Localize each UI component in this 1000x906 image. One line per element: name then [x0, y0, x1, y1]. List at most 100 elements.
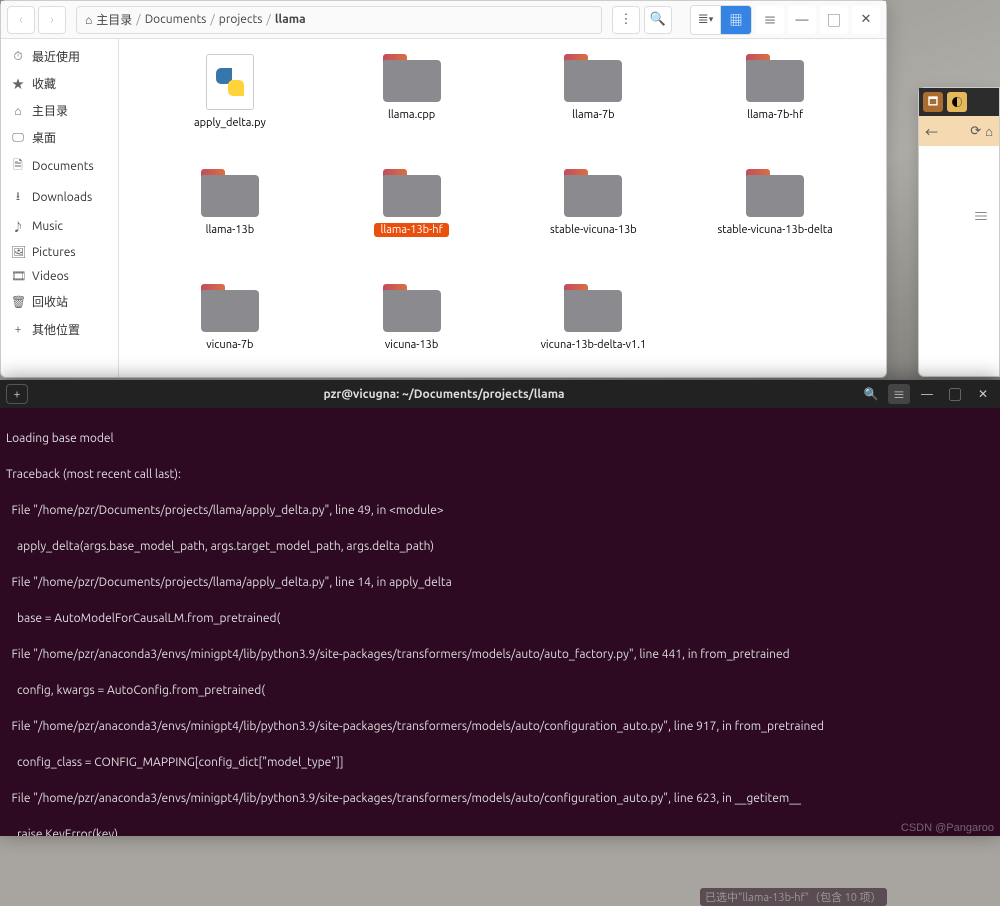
sidebar-item-desktop[interactable]: 🖵 桌面: [1, 124, 118, 151]
sidebar-item-videos[interactable]: 🎞 Videos: [1, 264, 118, 288]
browser-toolbar: ← ⟳ ⌂: [919, 116, 999, 146]
sidebar-item-downloads[interactable]: ⭳ Downloads: [1, 182, 118, 213]
download-icon: ⭳: [11, 187, 25, 208]
file-entry[interactable]: vicuna-13b-delta-v1.1: [513, 284, 675, 377]
forward-button[interactable]: ›: [38, 6, 66, 34]
desktop-icon: 🖵: [11, 131, 25, 145]
term-line: File "/home/pzr/anaconda3/envs/minigpt4/…: [6, 718, 994, 736]
file-entry[interactable]: apply_delta.py: [149, 54, 311, 169]
terminal-window: + pzr@vicugna: ~/Documents/projects/llam…: [0, 380, 1000, 836]
term-line: raise KeyError(key): [6, 826, 994, 836]
file-entry[interactable]: stable-vicuna-13b-delta: [694, 169, 856, 284]
browser-tab-1[interactable]: 🗖: [923, 92, 943, 112]
folder-icon: [746, 169, 804, 217]
folder-icon: [383, 284, 441, 332]
file-entry[interactable]: vicuna-7b: [149, 284, 311, 377]
reload-icon[interactable]: ⟳: [970, 124, 981, 139]
term-line: File "/home/pzr/Documents/projects/llama…: [6, 502, 994, 520]
python-file-icon: [206, 54, 254, 110]
sidebar-item-label: Videos: [32, 270, 69, 283]
sidebar-item-trash[interactable]: 🗑 回收站: [1, 288, 118, 315]
folder-icon: [564, 169, 622, 217]
sidebar-item-documents[interactable]: 🗎 Documents: [1, 151, 118, 182]
back-button[interactable]: ‹: [7, 6, 35, 34]
file-entry[interactable]: llama-13b: [149, 169, 311, 284]
file-label: vicuna-13b: [379, 338, 444, 352]
hamburger-menu-icon[interactable]: ≡: [888, 384, 910, 404]
view-switcher: ≣ ▾ ▦: [690, 5, 752, 35]
video-icon: 🎞: [11, 269, 25, 283]
doc-icon: 🗎: [11, 156, 25, 177]
file-label: stable-vicuna-13b: [544, 223, 643, 237]
folder-icon: [201, 169, 259, 217]
pathbar[interactable]: ⌂ 主目录 / Documents / projects / llama: [76, 6, 602, 34]
maximize-icon[interactable]: ▢: [944, 384, 966, 404]
term-line: Loading base model: [6, 430, 994, 448]
list-view-button[interactable]: ≣ ▾: [691, 6, 721, 34]
sidebar-item-label: Pictures: [32, 246, 76, 259]
file-entry[interactable]: llama.cpp: [331, 54, 493, 169]
trash-icon: 🗑: [11, 295, 25, 309]
sidebar-item-starred[interactable]: ★ 收藏: [1, 70, 118, 97]
sidebar-item-home[interactable]: ⌂主目录: [1, 97, 118, 124]
browser-window[interactable]: 🗖 ◐ ← ⟳ ⌂ ≡: [918, 87, 1000, 377]
search-icon[interactable]: 🔍: [860, 384, 882, 404]
file-label: vicuna-7b: [200, 338, 259, 352]
file-label: llama-7b: [566, 108, 620, 122]
file-entry[interactable]: llama-7b: [513, 54, 675, 169]
sidebar-item-label: 桌面: [32, 129, 56, 146]
file-entry[interactable]: llama-7b-hf: [694, 54, 856, 169]
sidebar-item-label: 回收站: [32, 293, 68, 310]
file-manager-window: ‹ › ⌂ 主目录 / Documents / projects / llama…: [0, 0, 887, 378]
term-line: File "/home/pzr/anaconda3/envs/minigpt4/…: [6, 790, 994, 808]
path-seg-current[interactable]: llama: [275, 13, 306, 26]
folder-icon: [201, 284, 259, 332]
terminal-body[interactable]: Loading base model Traceback (most recen…: [0, 408, 1000, 836]
sidebar-item-other[interactable]: +其他位置: [1, 316, 118, 343]
maximize-icon[interactable]: ▢: [820, 6, 848, 34]
hamburger-icon[interactable]: ≡: [973, 203, 989, 227]
folder-icon: [383, 169, 441, 217]
home-icon: ⌂: [11, 104, 25, 118]
grid-view-button[interactable]: ▦: [721, 6, 751, 34]
term-line: base = AutoModelForCausalLM.from_pretrai…: [6, 610, 994, 628]
search-icon[interactable]: 🔍: [644, 6, 672, 34]
file-grid[interactable]: apply_delta.pyllama.cpp llama-7b llama-7b-…: [119, 39, 886, 377]
minimize-icon[interactable]: —: [788, 6, 816, 34]
path-seg[interactable]: projects: [219, 13, 263, 26]
sidebar-item-label: Documents: [32, 160, 94, 173]
file-label: vicuna-13b-delta-v1.1: [535, 338, 653, 352]
browser-tab-2[interactable]: ◐: [947, 92, 967, 112]
terminal-title: pzr@vicugna: ~/Documents/projects/llama: [34, 388, 854, 401]
file-label: llama-13b-hf: [374, 223, 448, 237]
new-tab-button[interactable]: +: [6, 384, 28, 404]
sidebar-item-music[interactable]: ♪Music: [1, 213, 118, 240]
path-seg[interactable]: Documents: [145, 13, 207, 26]
star-icon: ★: [11, 75, 25, 92]
term-line: File "/home/pzr/Documents/projects/llama…: [6, 574, 994, 592]
close-icon[interactable]: ✕: [852, 6, 880, 34]
home-icon[interactable]: ⌂: [985, 124, 993, 139]
home-icon: ⌂: [85, 13, 92, 27]
path-home[interactable]: 主目录: [96, 11, 132, 28]
sidebar-item-label: Downloads: [32, 191, 92, 204]
folder-icon: [564, 284, 622, 332]
music-icon: ♪: [11, 218, 25, 235]
hamburger-menu-icon[interactable]: ≡: [756, 6, 784, 34]
file-entry[interactable]: stable-vicuna-13b: [513, 169, 675, 284]
back-icon[interactable]: ←: [925, 122, 938, 141]
folder-icon: [564, 54, 622, 102]
term-line: Traceback (most recent call last):: [6, 466, 994, 484]
file-entry[interactable]: vicuna-13b: [331, 284, 493, 377]
sidebar-item-recent[interactable]: ⏱最近使用: [1, 43, 118, 70]
watermark: CSDN @Pangaroo: [901, 822, 994, 834]
minimize-icon[interactable]: —: [916, 384, 938, 404]
sidebar-item-label: 收藏: [32, 75, 56, 92]
sidebar-item-label: 最近使用: [32, 48, 80, 65]
sidebar-item-pictures[interactable]: 🖼Pictures: [1, 240, 118, 264]
sidebar: ⏱最近使用 ★ 收藏 ⌂主目录 🖵 桌面 🗎 Documents ⭳ Downloads…: [1, 39, 119, 377]
kebab-menu-icon[interactable]: ⋮: [612, 6, 640, 34]
term-line: config_class = CONFIG_MAPPING[config_dic…: [6, 754, 994, 772]
file-entry[interactable]: llama-13b-hf: [331, 169, 493, 284]
close-icon[interactable]: ✕: [972, 384, 994, 404]
